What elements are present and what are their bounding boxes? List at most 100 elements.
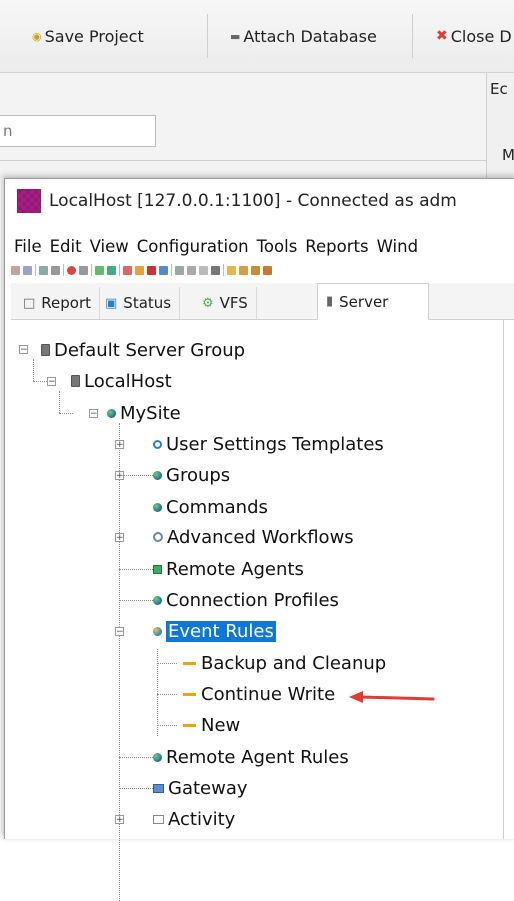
expand-toggle[interactable]: + [115, 533, 124, 543]
node-label: User Settings Templates [166, 433, 384, 455]
menu-window[interactable]: Wind [377, 237, 418, 256]
arrow-shaft [359, 695, 435, 701]
node-label: Remote Agent Rules [166, 746, 349, 768]
toolbar-separator [207, 14, 208, 58]
toolbar-icon[interactable] [263, 265, 272, 275]
tree-node-activity[interactable]: Activity [153, 806, 235, 832]
tree-node-backup-and-cleanup[interactable]: Backup and Cleanup [183, 650, 386, 676]
node-label: Connection Profiles [166, 589, 339, 611]
expand-toggle[interactable]: + [115, 440, 124, 450]
menu-configuration[interactable]: Configuration [137, 237, 249, 256]
attach-database-label: Attach Database [243, 26, 377, 46]
background-search-input[interactable]: n [0, 115, 156, 147]
tab-vfs[interactable]: ⚙ VFS [194, 287, 257, 319]
red-arrow-annotation [349, 691, 435, 703]
admin-window: LocalHost [127.0.0.1:1100] - Connected a… [4, 178, 514, 901]
search-value: n [3, 122, 13, 140]
save-project-button[interactable]: ◉ Save Project [32, 14, 144, 58]
toolbar-icon[interactable] [147, 265, 156, 275]
collapse-toggle[interactable]: − [19, 345, 28, 355]
toolbar-icon[interactable] [159, 265, 168, 275]
tree-node-default-server-group[interactable]: Default Server Group [41, 337, 245, 363]
activity-icon [153, 814, 164, 824]
expand-toggle[interactable]: + [115, 471, 124, 481]
toolbar-separator [35, 264, 36, 276]
toolbar-icon[interactable] [11, 265, 20, 275]
connection-profile-icon [153, 595, 162, 605]
server-icon: ▮ [326, 294, 334, 309]
tree-node-event-rules[interactable]: Event Rules [153, 618, 276, 644]
menu-edit[interactable]: Edit [50, 237, 82, 256]
tab-report[interactable]: □ Report [15, 287, 101, 319]
gateway-icon [153, 783, 164, 793]
tree-node-mysite[interactable]: MySite [107, 400, 181, 426]
tree-node-new[interactable]: New [183, 712, 240, 738]
tab-strip: □ Report ▣ Status ⚙ VFS ▮ Server [11, 283, 514, 320]
node-label: Commands [166, 496, 268, 518]
tree-line [119, 423, 120, 901]
menu-reports[interactable]: Reports [305, 237, 368, 256]
app-logo-icon [17, 189, 41, 213]
tree-node-remote-agent-rules[interactable]: Remote Agent Rules [153, 744, 349, 770]
toolbar-icon[interactable] [251, 265, 260, 275]
background-toolbar: ◉ Save Project ▬ Attach Database ✖ Close… [0, 0, 514, 73]
collapse-toggle[interactable]: − [115, 627, 124, 637]
node-label: Continue Write [201, 683, 336, 705]
node-label: Default Server Group [54, 339, 246, 361]
delete-icon[interactable] [211, 265, 220, 275]
toolbar-icon[interactable] [227, 265, 236, 275]
report-icon: □ [23, 295, 36, 311]
icon-toolbar [11, 263, 514, 277]
menu-file[interactable]: File [14, 237, 42, 256]
toolbar-separator [91, 264, 92, 276]
tree-node-groups[interactable]: Groups [153, 462, 230, 488]
server-icon [71, 375, 80, 387]
tree-node-advanced-workflows[interactable]: Advanced Workflows [153, 524, 354, 550]
menu-bar: File Edit View Configuration Tools Repor… [5, 233, 514, 259]
tree-line [157, 663, 177, 664]
menu-view[interactable]: View [90, 237, 129, 256]
tree-node-localhost[interactable]: LocalHost [71, 368, 172, 394]
toolbar-icon[interactable] [187, 265, 196, 275]
title-bar[interactable]: LocalHost [127.0.0.1:1100] - Connected a… [5, 179, 514, 223]
collapse-toggle[interactable]: − [89, 409, 98, 419]
event-rule-icon [183, 723, 196, 727]
toolbar-icon[interactable] [135, 265, 144, 275]
tab-status[interactable]: ▣ Status [97, 287, 181, 319]
dropdown-icon[interactable] [79, 265, 88, 275]
tree-node-user-settings-templates[interactable]: User Settings Templates [153, 431, 384, 457]
tab-label: Report [41, 294, 92, 312]
menu-tools[interactable]: Tools [257, 237, 298, 256]
tree-line [157, 725, 177, 726]
toolbar-icon[interactable] [175, 265, 184, 275]
expand-toggle[interactable]: + [115, 815, 124, 825]
dropdown-icon[interactable] [51, 265, 60, 275]
toolbar-icon[interactable] [23, 265, 32, 275]
toolbar-icon[interactable] [239, 265, 248, 275]
toolbar-icon[interactable] [107, 265, 116, 275]
stop-icon[interactable] [67, 265, 76, 275]
tab-server[interactable]: ▮ Server [317, 283, 429, 320]
background-panel-tab[interactable]: Ec [490, 80, 508, 98]
tree-node-remote-agents[interactable]: Remote Agents [153, 556, 304, 582]
collapse-toggle[interactable]: − [47, 377, 56, 387]
node-label: Gateway [168, 777, 248, 799]
toolbar-icon[interactable] [123, 265, 132, 275]
attach-database-button[interactable]: ▬ Attach Database [230, 14, 377, 58]
toolbar-icon[interactable] [39, 265, 48, 275]
tree-node-continue-write[interactable]: Continue Write [183, 681, 335, 707]
close-button[interactable]: ✖ Close D [436, 14, 512, 58]
server-group-icon [41, 344, 50, 356]
toolbar-icon[interactable] [199, 265, 208, 275]
event-rule-icon [183, 692, 196, 696]
check-icon[interactable] [95, 265, 104, 275]
window-title: LocalHost [127.0.0.1:1100] - Connected a… [49, 191, 457, 211]
tree-node-commands[interactable]: Commands [153, 494, 268, 520]
panel-divider [503, 319, 504, 839]
divider [0, 160, 486, 161]
status-icon: ▣ [105, 295, 118, 311]
arrow-head [349, 691, 363, 703]
tree-node-gateway[interactable]: Gateway [153, 775, 248, 801]
tree-line [119, 757, 157, 758]
tree-node-connection-profiles[interactable]: Connection Profiles [153, 587, 339, 613]
